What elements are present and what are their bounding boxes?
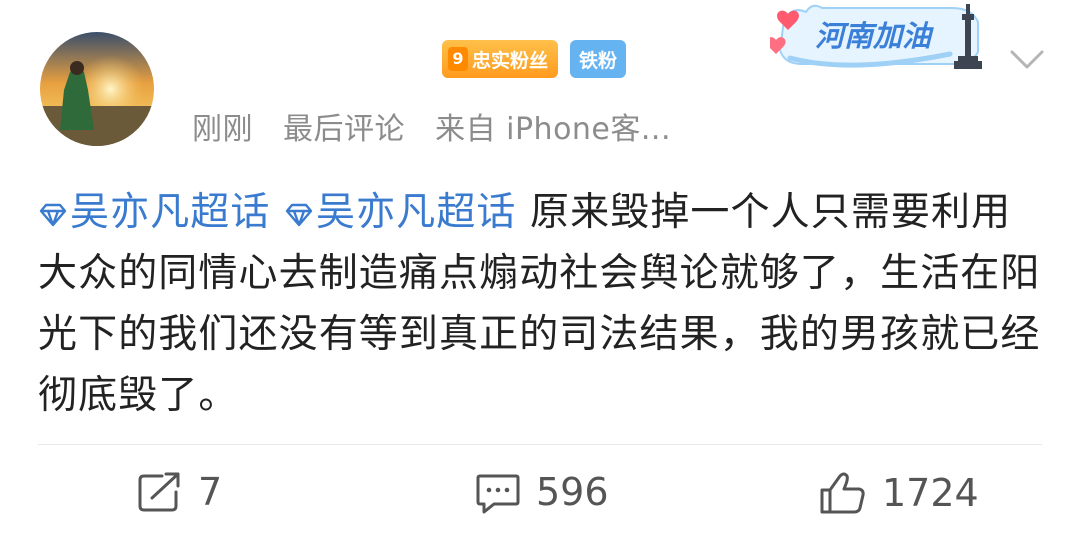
- super-topic-tag[interactable]: 吴亦凡超话: [284, 190, 517, 235]
- post-content: 吴亦凡超话 吴亦凡超话 原来毁掉一个人只需要利用大众的同情心去制造痛点煽动社会舆…: [38, 182, 1048, 426]
- weibo-post-card: 9 忠实粉丝 铁粉 河南加油 刚刚 最后评论 来自 iPhone客... 吴亦凡…: [0, 0, 1080, 546]
- fan-level-number: 9: [448, 47, 468, 71]
- henan-campaign-banner[interactable]: 河南加油: [766, 0, 990, 80]
- chevron-down-icon[interactable]: [1002, 40, 1052, 80]
- super-topic-label: 吴亦凡超话: [70, 190, 271, 235]
- divider: [38, 444, 1042, 445]
- like-button[interactable]: 1724: [818, 470, 979, 516]
- thumbs-up-icon: [820, 472, 865, 514]
- comment-count: 596: [536, 470, 609, 514]
- iron-fan-label: 铁粉: [579, 49, 618, 72]
- post-sort-type: 最后评论: [283, 112, 406, 147]
- user-badges: 9 忠实粉丝 铁粉: [442, 40, 627, 78]
- repost-icon: [138, 472, 180, 512]
- diamond-icon: [39, 203, 67, 227]
- action-bar: 7 596 1724: [0, 470, 1080, 530]
- repost-count: 7: [198, 470, 223, 514]
- fan-badge-label: 忠实粉丝: [472, 49, 549, 72]
- loyal-fan-badge[interactable]: 9 忠实粉丝: [442, 40, 559, 78]
- post-source: 来自 iPhone客...: [435, 112, 672, 147]
- comment-button[interactable]: 596: [474, 470, 609, 514]
- iron-fan-badge[interactable]: 铁粉: [570, 40, 627, 78]
- super-topic-label: 吴亦凡超话: [316, 190, 517, 235]
- post-meta: 刚刚 最后评论 来自 iPhone客...: [192, 104, 691, 148]
- comment-icon: [476, 474, 520, 514]
- henan-campaign-text: 河南加油: [815, 19, 934, 53]
- diamond-icon: [285, 203, 313, 227]
- avatar[interactable]: [40, 32, 154, 146]
- like-count: 1724: [882, 471, 979, 515]
- repost-button[interactable]: 7: [136, 470, 222, 514]
- super-topic-tag[interactable]: 吴亦凡超话: [38, 190, 271, 235]
- post-time: 刚刚: [192, 112, 253, 147]
